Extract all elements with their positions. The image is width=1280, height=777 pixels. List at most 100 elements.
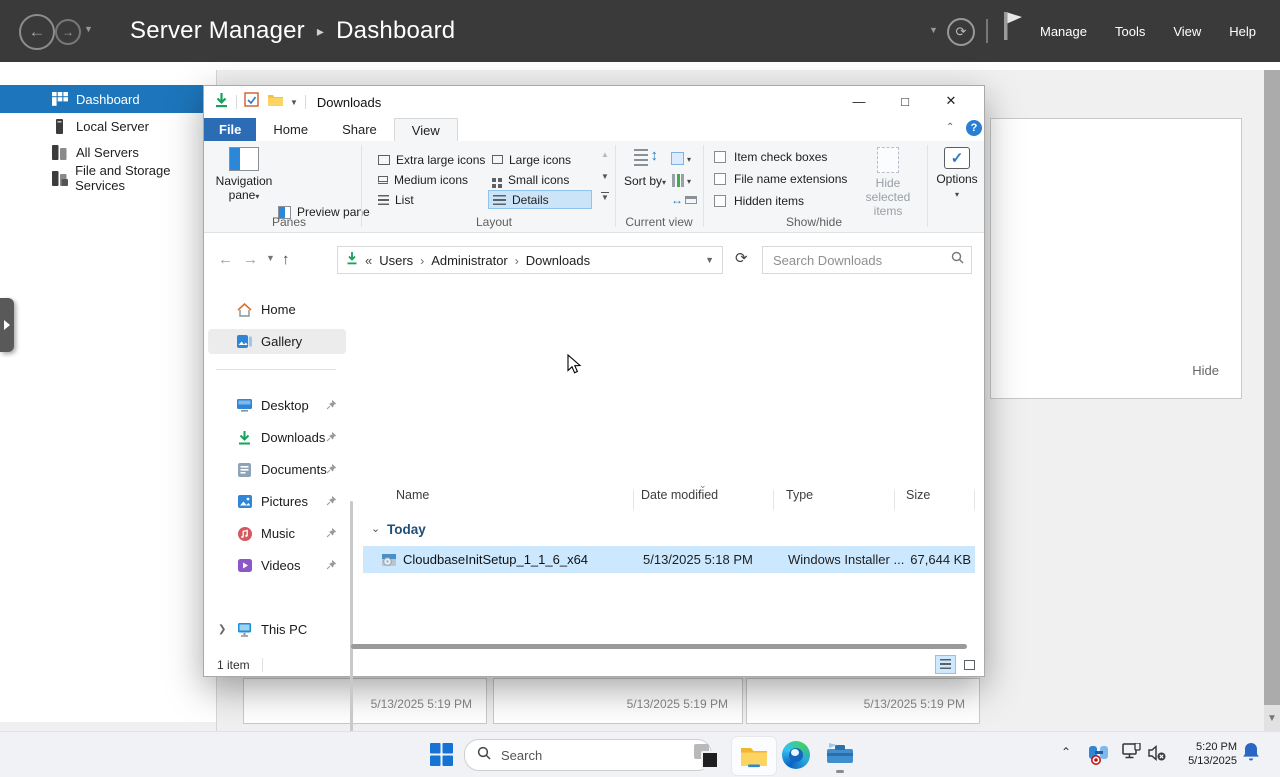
- task-view-icon[interactable]: [694, 744, 716, 766]
- tray-volume-muted-icon[interactable]: [1147, 743, 1167, 763]
- refresh-address-icon[interactable]: ⟳: [735, 249, 748, 267]
- file-name-extensions-checkbox[interactable]: File name extensions: [714, 172, 847, 186]
- nav-item-downloads[interactable]: Downloads: [208, 425, 346, 450]
- address-dropdown-chevron-icon[interactable]: ▼: [705, 255, 714, 265]
- size-columns-button[interactable]: ↔: [671, 193, 697, 207]
- server-manager-taskbar-icon[interactable]: [825, 741, 855, 769]
- column-divider[interactable]: [974, 490, 975, 510]
- sm-scrollbar[interactable]: [1264, 70, 1280, 705]
- large-thumbnails-toggle-icon[interactable]: [959, 655, 980, 674]
- navigation-pane-button[interactable]: Navigation pane: [216, 147, 272, 202]
- notification-bell-icon[interactable]: [1242, 742, 1260, 762]
- file-explorer-taskbar-icon[interactable]: [731, 736, 777, 776]
- menu-manage[interactable]: Manage: [1040, 24, 1087, 39]
- nav-back-icon[interactable]: ←: [218, 251, 233, 268]
- group-header-today[interactable]: Today: [387, 522, 426, 537]
- qat-customize-chevron-icon[interactable]: ▼: [290, 98, 298, 107]
- details-view-toggle-icon[interactable]: [935, 655, 956, 674]
- taskbar-search-input[interactable]: [499, 747, 699, 764]
- tray-clock[interactable]: 5:20 PM 5/13/2025: [1175, 740, 1237, 768]
- tray-cluster-icon[interactable]: [1088, 742, 1110, 766]
- sidebar-item-dashboard[interactable]: Dashboard: [0, 85, 216, 113]
- horizontal-scrollbar[interactable]: [351, 644, 967, 649]
- search-input[interactable]: [771, 252, 951, 269]
- options-button[interactable]: ✓ Options: [932, 147, 982, 200]
- sidebar-item-file-storage-services[interactable]: File and Storage Services: [0, 165, 216, 191]
- tray-expand-chevron-icon[interactable]: ⌃: [1061, 745, 1071, 759]
- maximize-icon[interactable]: □: [882, 86, 928, 116]
- notifications-flag-icon[interactable]: [1002, 10, 1026, 45]
- start-button-icon[interactable]: [430, 743, 453, 771]
- nav-item-music[interactable]: Music: [208, 521, 346, 546]
- edge-browser-icon[interactable]: [782, 741, 810, 769]
- hide-link[interactable]: Hide: [1192, 363, 1219, 378]
- minimize-icon[interactable]: —: [836, 86, 882, 116]
- layout-more-icon[interactable]: ▼: [601, 192, 609, 202]
- crumb-administrator[interactable]: Administrator: [431, 253, 508, 268]
- column-header-date-modified[interactable]: Date modified: [641, 488, 718, 502]
- nav-item-this-pc[interactable]: ❯ This PC: [208, 617, 346, 642]
- column-header-type[interactable]: Type: [786, 488, 813, 502]
- search-icon: [951, 251, 964, 269]
- breadcrumb-box[interactable]: Users Administrator Downloads ▼: [337, 246, 723, 274]
- search-box[interactable]: [762, 246, 972, 274]
- column-header-name[interactable]: Name: [396, 488, 429, 502]
- column-divider[interactable]: [894, 490, 895, 510]
- column-divider[interactable]: [773, 490, 774, 510]
- tray-network-icon[interactable]: [1122, 743, 1142, 763]
- nav-item-documents[interactable]: Documents: [208, 457, 346, 482]
- hidden-items-checkbox[interactable]: Hidden items: [714, 194, 804, 208]
- qat-checkbox-icon[interactable]: [244, 92, 259, 112]
- add-columns-button[interactable]: [671, 171, 691, 189]
- toolbar-chevron-icon[interactable]: ▼: [929, 25, 938, 35]
- tab-home[interactable]: Home: [256, 118, 325, 141]
- layout-list[interactable]: List: [374, 190, 418, 209]
- layout-medium-icons[interactable]: Medium icons: [374, 170, 472, 189]
- nav-item-pictures[interactable]: Pictures: [208, 489, 346, 514]
- layout-scroll-up-icon[interactable]: ▲: [601, 150, 609, 159]
- nav-up-icon[interactable]: ↑: [282, 251, 290, 268]
- nav-item-home[interactable]: Home: [208, 297, 346, 322]
- file-date: 5/13/2025 5:18 PM: [643, 552, 753, 567]
- nav-item-videos[interactable]: Videos: [208, 553, 346, 578]
- taskbar-search[interactable]: [464, 739, 712, 771]
- tab-view[interactable]: View: [394, 118, 458, 141]
- column-header-size[interactable]: Size: [906, 488, 930, 502]
- column-divider[interactable]: [633, 490, 634, 510]
- nav-pane-scrollbar[interactable]: [350, 501, 353, 746]
- crumb-downloads[interactable]: Downloads: [526, 253, 590, 268]
- tab-file[interactable]: File: [204, 118, 256, 141]
- forward-icon[interactable]: →: [55, 19, 81, 45]
- close-icon[interactable]: ✕: [928, 86, 974, 116]
- nav-item-desktop[interactable]: Desktop: [208, 393, 346, 418]
- sidebar-item-all-servers[interactable]: All Servers: [0, 139, 216, 165]
- sidebar-item-local-server[interactable]: Local Server: [0, 113, 216, 139]
- layout-scroll-down-icon[interactable]: ▼: [601, 172, 609, 181]
- item-check-boxes-checkbox[interactable]: Item check boxes: [714, 150, 827, 164]
- menu-help[interactable]: Help: [1229, 24, 1256, 39]
- back-icon[interactable]: ←: [19, 14, 55, 50]
- file-row[interactable]: CloudbaseInitSetup_1_1_6_x64 5/13/2025 5…: [363, 546, 975, 573]
- sort-by-button[interactable]: ↕ Sort by: [623, 147, 667, 188]
- group-collapse-chevron-icon[interactable]: ⌄: [371, 522, 380, 535]
- layout-extra-large-icons[interactable]: Extra large icons: [374, 150, 489, 169]
- crumb-users[interactable]: Users: [379, 253, 413, 268]
- menu-tools[interactable]: Tools: [1115, 24, 1145, 39]
- group-by-button[interactable]: [671, 149, 691, 167]
- help-icon[interactable]: ?: [966, 120, 982, 136]
- nav-recent-chevron-icon[interactable]: ▼: [266, 253, 275, 263]
- nav-item-gallery[interactable]: Gallery: [208, 329, 346, 354]
- menu-view[interactable]: View: [1173, 24, 1201, 39]
- minimize-ribbon-chevron-icon[interactable]: ⌃: [946, 122, 954, 133]
- nav-history-chevron-icon[interactable]: ▼: [84, 24, 93, 34]
- layout-details[interactable]: Details: [488, 190, 592, 209]
- refresh-icon[interactable]: ⟳: [947, 18, 975, 46]
- flyout-handle[interactable]: [0, 298, 14, 352]
- collapsed-crumbs-icon[interactable]: [365, 253, 372, 268]
- layout-large-icons[interactable]: Large icons: [488, 150, 575, 169]
- sm-scrollbar-down-icon[interactable]: ▼: [1264, 705, 1280, 731]
- layout-small-icons[interactable]: Small icons: [488, 170, 573, 189]
- nav-forward-icon[interactable]: →: [243, 251, 258, 268]
- tab-share[interactable]: Share: [325, 118, 394, 141]
- expand-chevron-icon[interactable]: ❯: [218, 624, 226, 635]
